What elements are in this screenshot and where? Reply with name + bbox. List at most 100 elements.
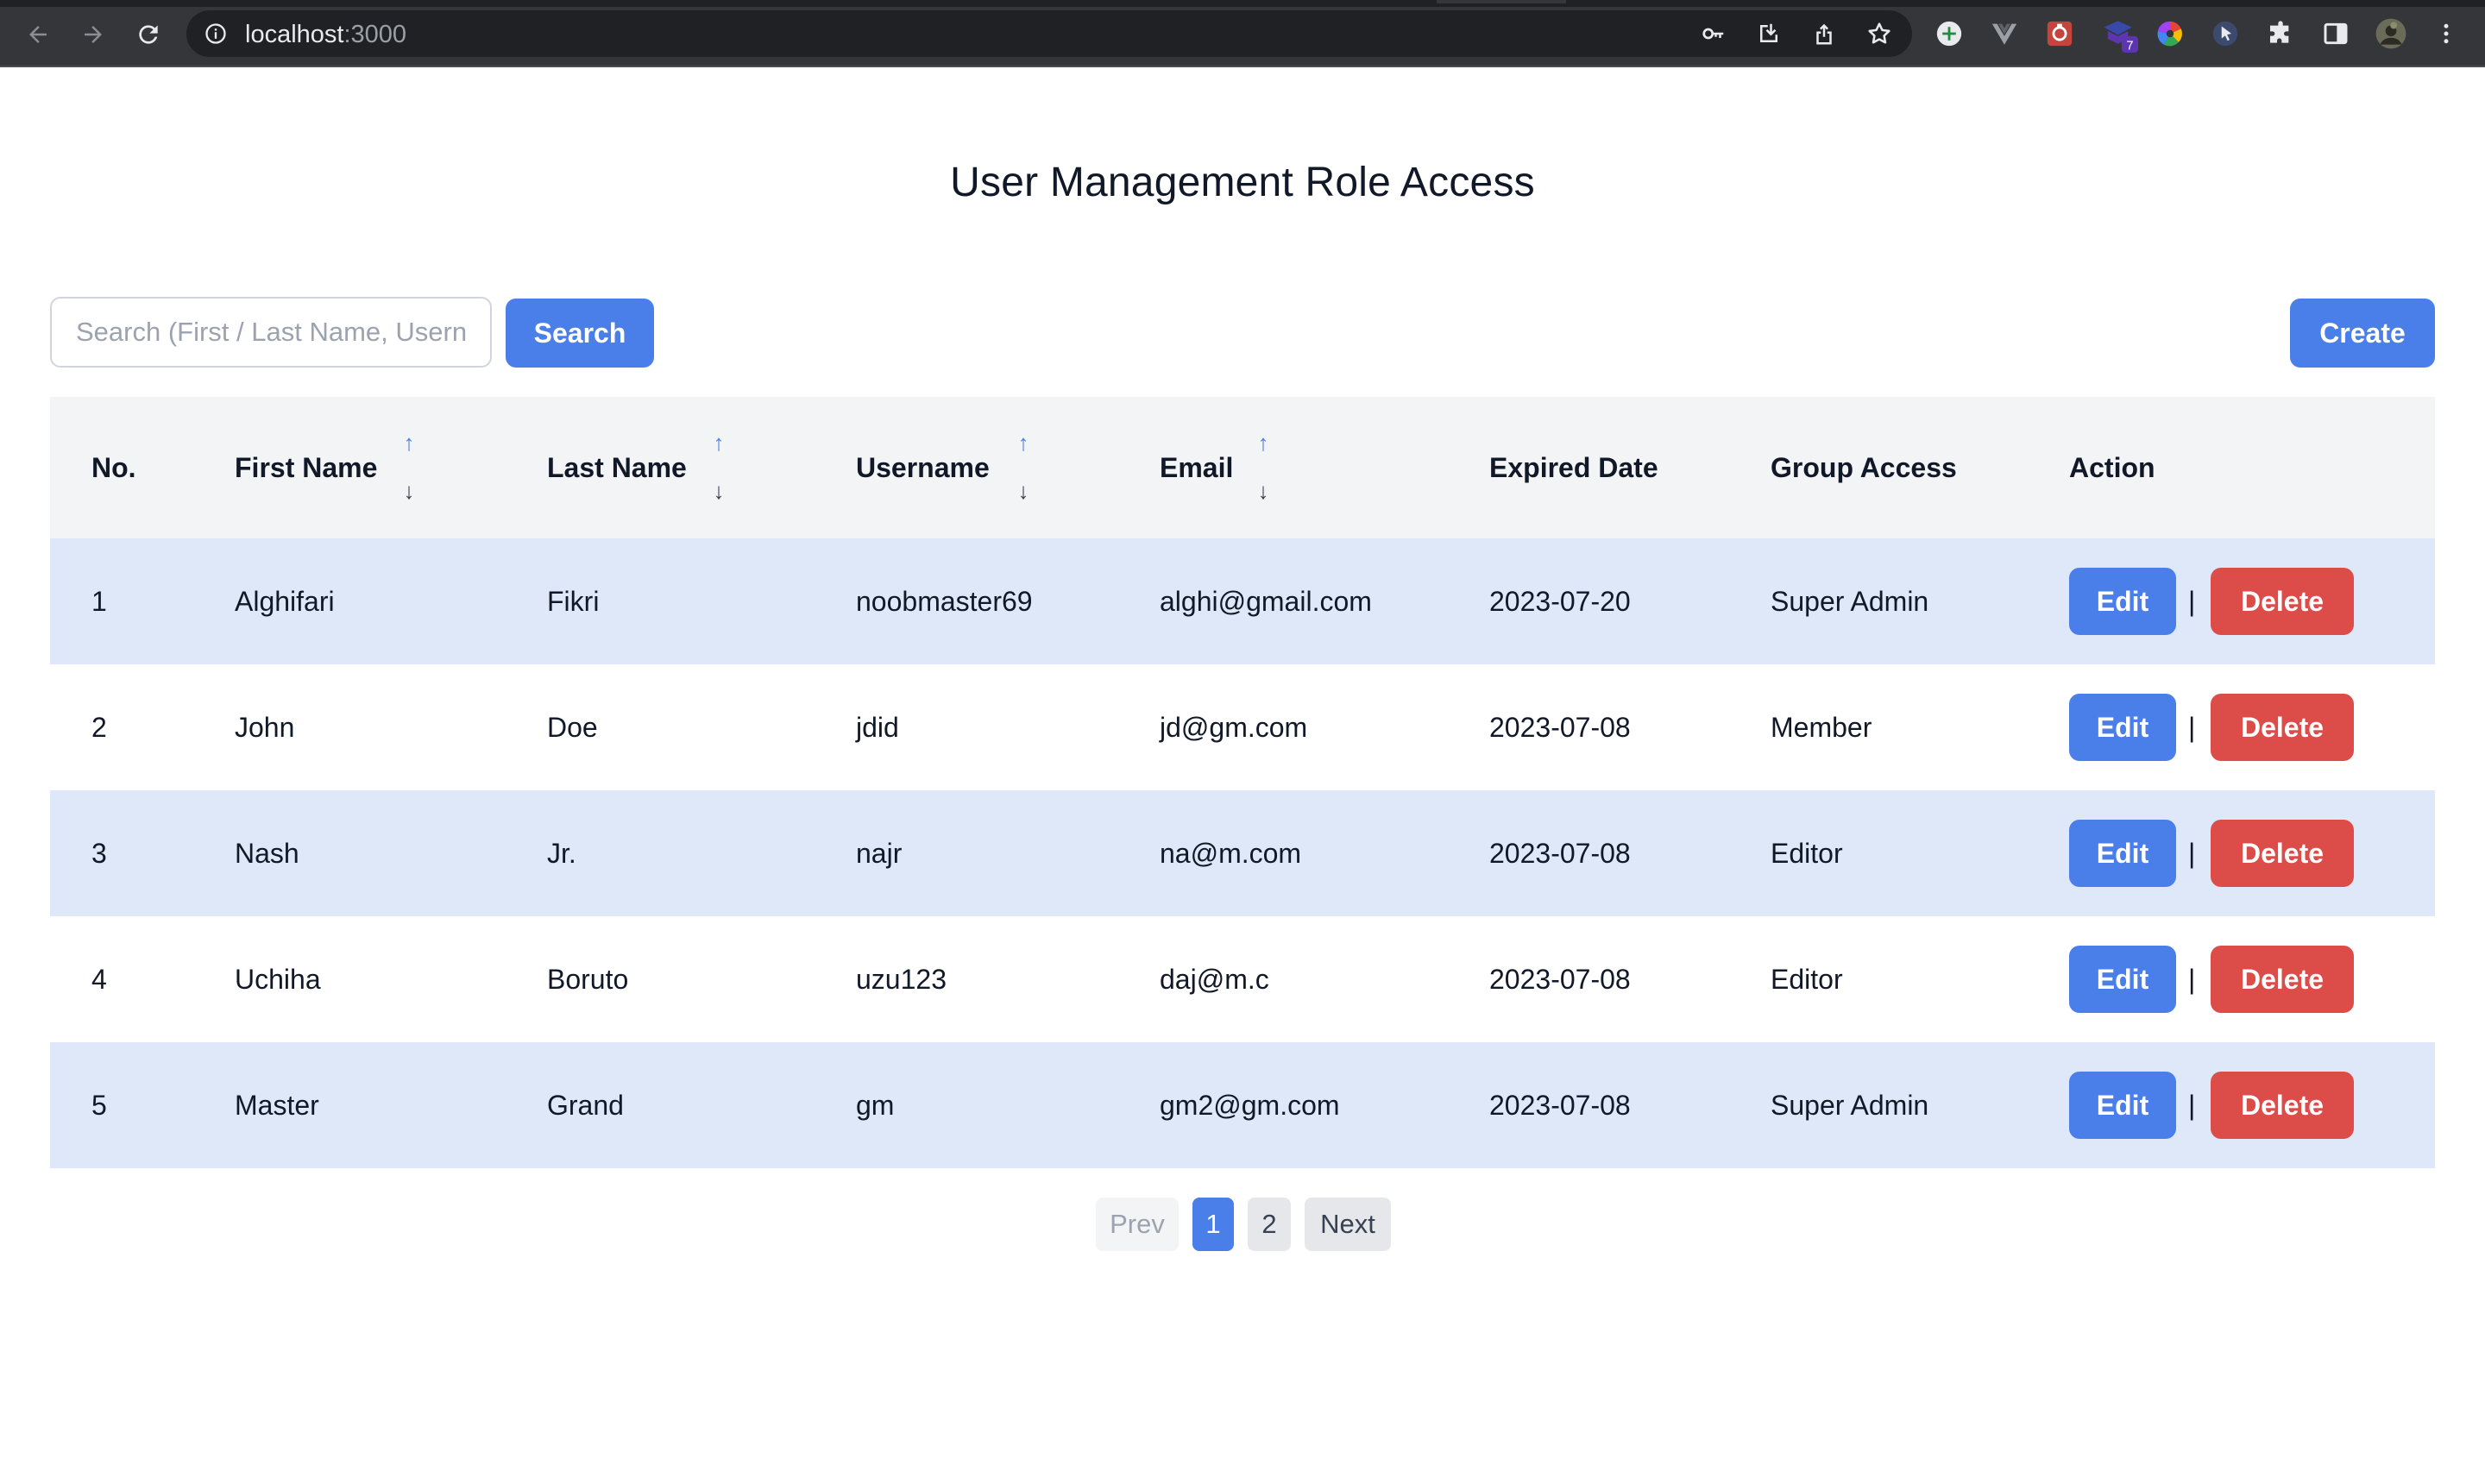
- profile-avatar-icon[interactable]: [2375, 17, 2407, 50]
- sort-desc-icon[interactable]: ↓: [1250, 478, 1276, 504]
- action-separator: |: [2188, 837, 2196, 869]
- cell-first-name: Master: [235, 1089, 319, 1121]
- sort-desc-icon[interactable]: ↓: [706, 478, 732, 504]
- url-text[interactable]: localhost:3000: [245, 22, 406, 47]
- edit-button[interactable]: Edit: [2069, 694, 2176, 761]
- delete-button[interactable]: Delete: [2211, 946, 2354, 1013]
- cell-expired-date: 2023-07-08: [1489, 711, 1631, 743]
- site-info-icon[interactable]: [204, 22, 228, 46]
- extension-add-icon[interactable]: [1933, 17, 1966, 50]
- cell-email: jd@gm.com: [1160, 711, 1308, 743]
- cell-expired-date: 2023-07-20: [1489, 585, 1631, 617]
- cell-username: uzu123: [856, 963, 947, 995]
- table-row: 1 Alghifari Fikri noobmaster69 alghi@gma…: [50, 538, 2435, 664]
- cell-expired-date: 2023-07-08: [1489, 1089, 1631, 1121]
- delete-button[interactable]: Delete: [2211, 694, 2354, 761]
- cell-username: jdid: [856, 711, 899, 743]
- extension-red-icon[interactable]: [2043, 17, 2076, 50]
- cell-no: 3: [91, 837, 107, 869]
- header-email: Email: [1160, 451, 1234, 483]
- delete-button[interactable]: Delete: [2211, 1072, 2354, 1139]
- forward-button[interactable]: [74, 16, 112, 53]
- cell-group-access: Editor: [1771, 963, 1843, 995]
- pagination-page-1[interactable]: 1: [1192, 1198, 1234, 1251]
- sort-first-name: ↑ ↓: [396, 430, 422, 507]
- extension-badge: 7: [2126, 39, 2133, 53]
- address-bar[interactable]: localhost:3000: [186, 10, 1912, 57]
- cell-username: gm: [856, 1089, 895, 1121]
- table-row: 2 John Doe jdid jd@gm.com 2023-07-08 Mem…: [50, 664, 2435, 790]
- tab-strip: [0, 0, 2485, 7]
- cell-expired-date: 2023-07-08: [1489, 837, 1631, 869]
- sort-username: ↑ ↓: [1010, 430, 1036, 507]
- cell-username: najr: [856, 837, 903, 869]
- share-icon[interactable]: [1810, 20, 1838, 47]
- create-button[interactable]: Create: [2290, 299, 2435, 368]
- sort-asc-icon[interactable]: ↑: [1010, 430, 1036, 456]
- cell-expired-date: 2023-07-08: [1489, 963, 1631, 995]
- edit-button[interactable]: Edit: [2069, 568, 2176, 635]
- action-separator: |: [2188, 711, 2196, 743]
- sort-desc-icon[interactable]: ↓: [396, 478, 422, 504]
- extension-vue-icon[interactable]: [1988, 17, 2021, 50]
- header-expired-date: Expired Date: [1489, 451, 1658, 483]
- cell-email: gm2@gm.com: [1160, 1089, 1340, 1121]
- reload-icon: [139, 25, 158, 44]
- table-row: 4 Uchiha Boruto uzu123 daj@m.c 2023-07-0…: [50, 916, 2435, 1042]
- cell-last-name: Grand: [547, 1089, 624, 1121]
- search-input[interactable]: [50, 297, 492, 368]
- back-button[interactable]: [19, 16, 57, 53]
- sort-asc-icon[interactable]: ↑: [396, 430, 422, 456]
- sort-asc-icon[interactable]: ↑: [1250, 430, 1276, 456]
- cell-last-name: Doe: [547, 711, 598, 743]
- pagination-page-2[interactable]: 2: [1248, 1198, 1291, 1251]
- cell-group-access: Member: [1771, 711, 1872, 743]
- action-separator: |: [2188, 1089, 2196, 1121]
- cell-first-name: John: [235, 711, 295, 743]
- header-no: No.: [91, 451, 136, 483]
- delete-button[interactable]: Delete: [2211, 568, 2354, 635]
- cell-last-name: Boruto: [547, 963, 629, 995]
- search-button[interactable]: Search: [506, 299, 654, 368]
- cell-last-name: Fikri: [547, 585, 600, 617]
- browser-chrome: localhost:3000 7: [0, 0, 2485, 67]
- cell-no: 4: [91, 963, 107, 995]
- password-key-icon[interactable]: [1700, 20, 1727, 47]
- chrome-divider: [0, 66, 2485, 67]
- extension-color-icon[interactable]: [2154, 17, 2186, 50]
- cell-no: 2: [91, 711, 107, 743]
- cell-email: na@m.com: [1160, 837, 1302, 869]
- active-tab-hint: [1437, 0, 1566, 3]
- sort-desc-icon[interactable]: ↓: [1010, 478, 1036, 504]
- cell-group-access: Editor: [1771, 837, 1843, 869]
- install-app-icon[interactable]: [1755, 20, 1783, 47]
- extension-purple-icon[interactable]: 7: [2098, 17, 2140, 53]
- edit-button[interactable]: Edit: [2069, 1072, 2176, 1139]
- cell-no: 5: [91, 1089, 107, 1121]
- cell-first-name: Nash: [235, 837, 299, 869]
- header-first-name: First Name: [235, 451, 378, 483]
- cell-username: noobmaster69: [856, 585, 1033, 617]
- edit-button[interactable]: Edit: [2069, 946, 2176, 1013]
- browser-menu-icon[interactable]: [2430, 17, 2463, 50]
- bookmark-star-icon[interactable]: [1865, 20, 1893, 47]
- delete-button[interactable]: Delete: [2211, 820, 2354, 887]
- url-port: :3000: [343, 21, 407, 48]
- edit-button[interactable]: Edit: [2069, 820, 2176, 887]
- extension-cursor-icon[interactable]: [2209, 17, 2242, 50]
- side-panel-icon[interactable]: [2319, 17, 2352, 50]
- table-row: 5 Master Grand gm gm2@gm.com 2023-07-08 …: [50, 1042, 2435, 1168]
- forward-arrow-icon: [85, 26, 102, 43]
- pagination-prev-button[interactable]: Prev: [1096, 1198, 1179, 1251]
- pagination-next-button[interactable]: Next: [1305, 1198, 1391, 1251]
- cell-email: daj@m.c: [1160, 963, 1269, 995]
- url-host: localhost: [245, 21, 344, 48]
- extensions-puzzle-icon[interactable]: [2264, 17, 2297, 50]
- table-row: 3 Nash Jr. najr na@m.com 2023-07-08 Edit…: [50, 790, 2435, 916]
- sort-asc-icon[interactable]: ↑: [706, 430, 732, 456]
- reload-button[interactable]: [129, 16, 167, 53]
- sort-last-name: ↑ ↓: [706, 430, 732, 507]
- cell-email: alghi@gmail.com: [1160, 585, 1372, 617]
- cell-last-name: Jr.: [547, 837, 576, 869]
- cell-group-access: Super Admin: [1771, 1089, 1929, 1121]
